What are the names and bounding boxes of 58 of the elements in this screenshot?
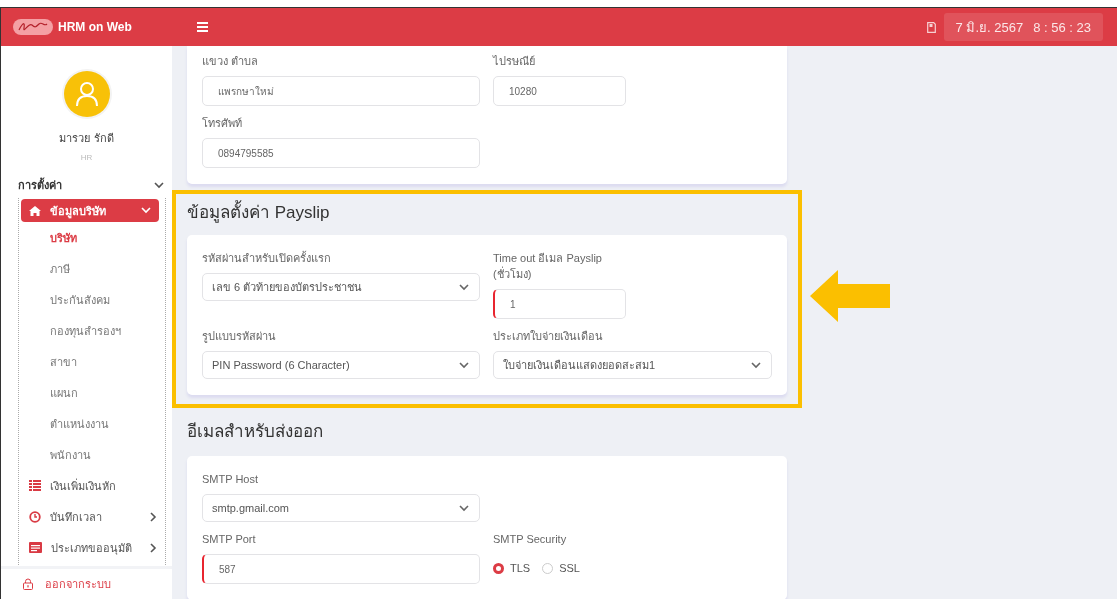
dropdown[interactable]: smtp.gmail.com — [202, 494, 480, 522]
dropdown[interactable]: PIN Password (6 Character) — [202, 351, 480, 379]
time-text: 8 : 56 : 23 — [1033, 19, 1091, 35]
user-avatar-icon — [63, 71, 110, 117]
date-text: 7 มิ.ย. 2567 — [955, 18, 1024, 37]
field-label: รูปแบบรหัสผ่าน — [202, 329, 277, 344]
dropdown[interactable]: เลข 6 ตัวท้ายของบัตรประชาชน — [202, 273, 480, 301]
app-title: HRM on Web — [58, 20, 132, 34]
clock-icon — [29, 510, 41, 523]
user-role: HR — [80, 153, 93, 162]
field-label: SMTP Security — [493, 532, 568, 547]
submenu-item[interactable]: ภาษี — [21, 253, 165, 284]
field-label: ไปรษณีย์ — [493, 54, 536, 69]
submenu-item[interactable]: บริษัท — [21, 222, 165, 253]
field-label: รหัสผ่านสำหรับเปิดครั้งแรก — [202, 250, 332, 266]
chevron-down-icon — [459, 361, 469, 369]
input-field[interactable]: 0894795585 — [202, 138, 480, 168]
radio-option[interactable]: SSL — [542, 562, 580, 574]
field-label: แขวง ตำบล — [202, 54, 260, 69]
submenu-item[interactable]: ประกันสังคม — [21, 284, 165, 315]
submenu-item[interactable]: สาขา — [21, 346, 165, 377]
menu-icon[interactable] — [197, 22, 208, 32]
home-icon — [29, 205, 41, 216]
logo-icon — [13, 19, 53, 35]
save-icon[interactable] — [926, 21, 936, 33]
chevron-down-icon — [459, 283, 469, 291]
chevron-right-icon — [150, 511, 157, 522]
chevron-down-icon — [459, 504, 469, 512]
chevron-down-icon — [154, 181, 164, 189]
input-field[interactable]: 10280 — [493, 76, 626, 106]
dropdown[interactable]: ใบจ่ายเงินเดือนแสดงยอดสะสม1 — [493, 351, 772, 379]
user-name: มารวย รักดี — [59, 131, 114, 146]
lock-icon — [23, 578, 33, 590]
chevron-down-icon — [141, 207, 151, 214]
field-label: ประเภทใบจ่ายเงินเดือน — [493, 329, 604, 344]
radio-option[interactable]: TLS — [493, 562, 531, 574]
field-label: SMTP Host — [202, 472, 260, 487]
list-icon — [29, 480, 41, 491]
menu-section-header[interactable]: การตั้งค่า — [1, 176, 172, 194]
sidebar-item[interactable]: ประเภทขออนุมัติ — [21, 532, 165, 563]
section-title: ข้อมูลตั้งค่า Payslip — [187, 194, 787, 235]
sidebar-item[interactable]: เงินเพิ่มเงินหัก — [21, 470, 165, 501]
input-field[interactable]: แพรกษาใหม่ — [202, 76, 480, 106]
submenu-item[interactable]: ตำแหน่งงาน — [21, 408, 165, 439]
form-icon — [29, 542, 42, 553]
input-field[interactable]: 1 — [493, 289, 626, 319]
sidebar-item[interactable]: ข้อมูลบริษัท — [21, 199, 159, 222]
submenu-item[interactable]: แผนก — [21, 377, 165, 408]
field-label: โทรศัพท์ — [202, 116, 243, 131]
chevron-right-icon — [150, 542, 157, 553]
chevron-down-icon — [751, 361, 761, 369]
submenu-item[interactable]: พนักงาน — [21, 439, 165, 470]
input-field[interactable]: 587 — [202, 554, 480, 584]
field-label: Time out อีเมล Payslip (ชั่วโมง) — [493, 251, 603, 282]
sidebar-item[interactable]: บันทึกเวลา — [21, 501, 165, 532]
submenu-item[interactable]: กองทุนสำรองฯ — [21, 315, 165, 346]
field-label: SMTP Port — [202, 532, 257, 547]
section-title: อีเมลสำหรับส่งออก — [187, 421, 324, 443]
